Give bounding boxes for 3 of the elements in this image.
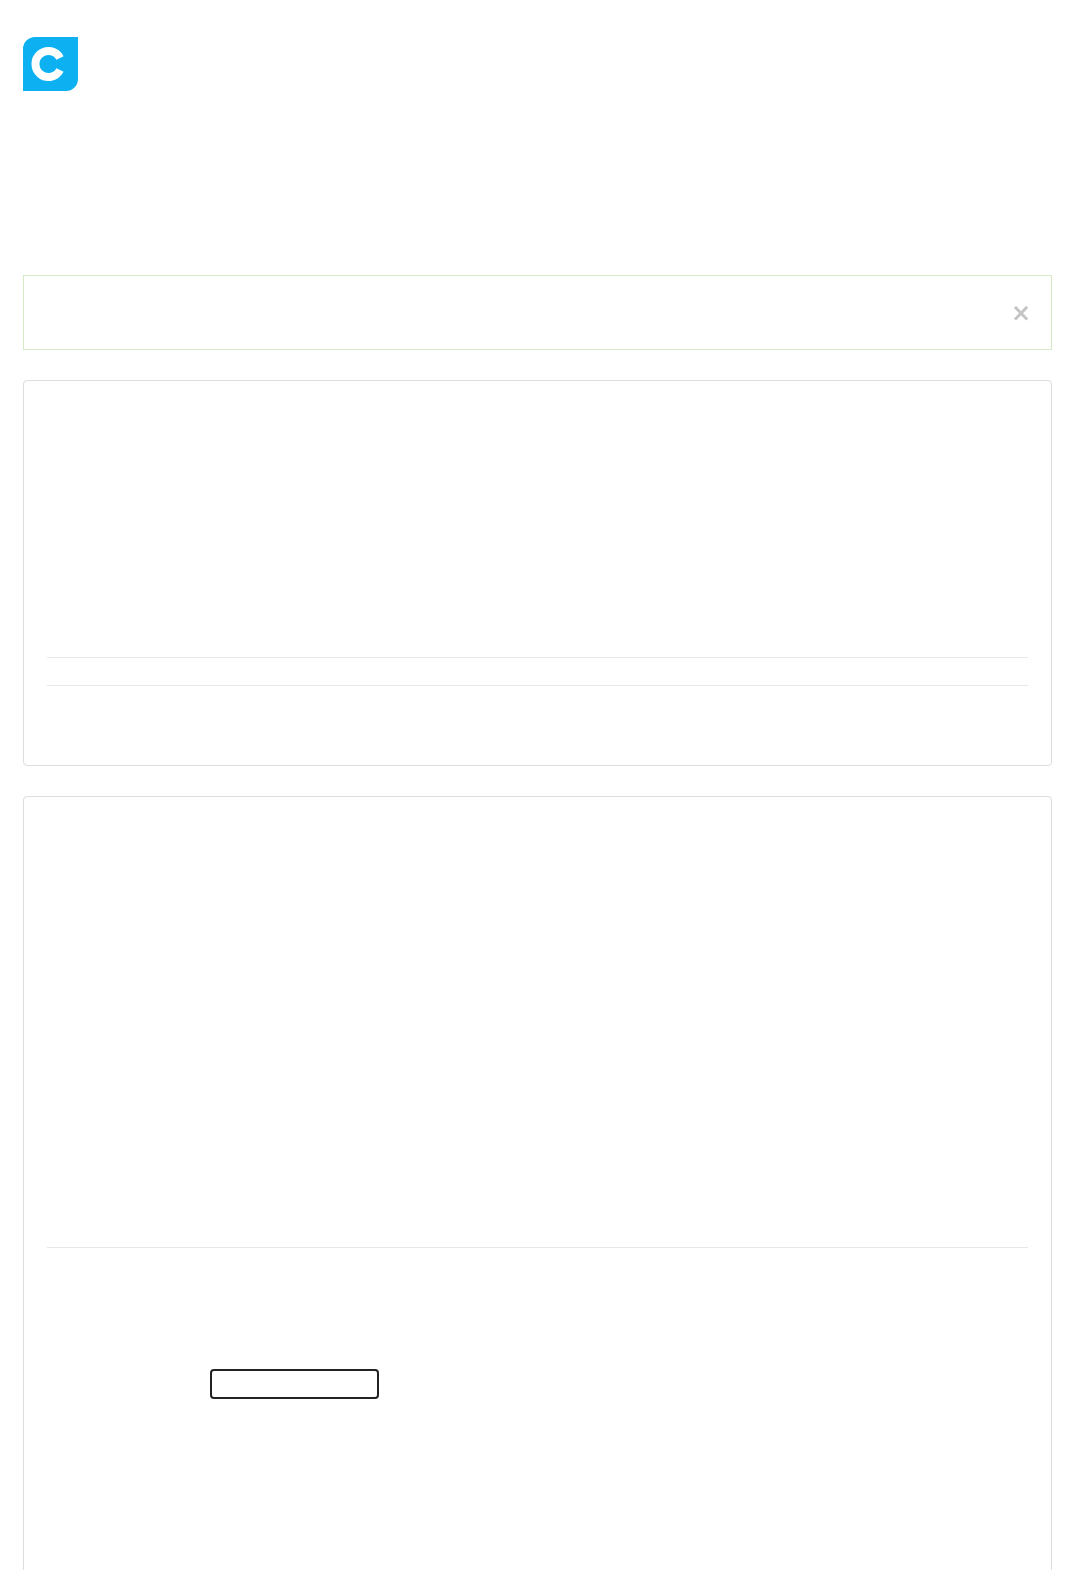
close-button[interactable]: × <box>1010 300 1031 325</box>
input-field[interactable] <box>210 1369 379 1399</box>
logo-icon <box>23 37 78 91</box>
